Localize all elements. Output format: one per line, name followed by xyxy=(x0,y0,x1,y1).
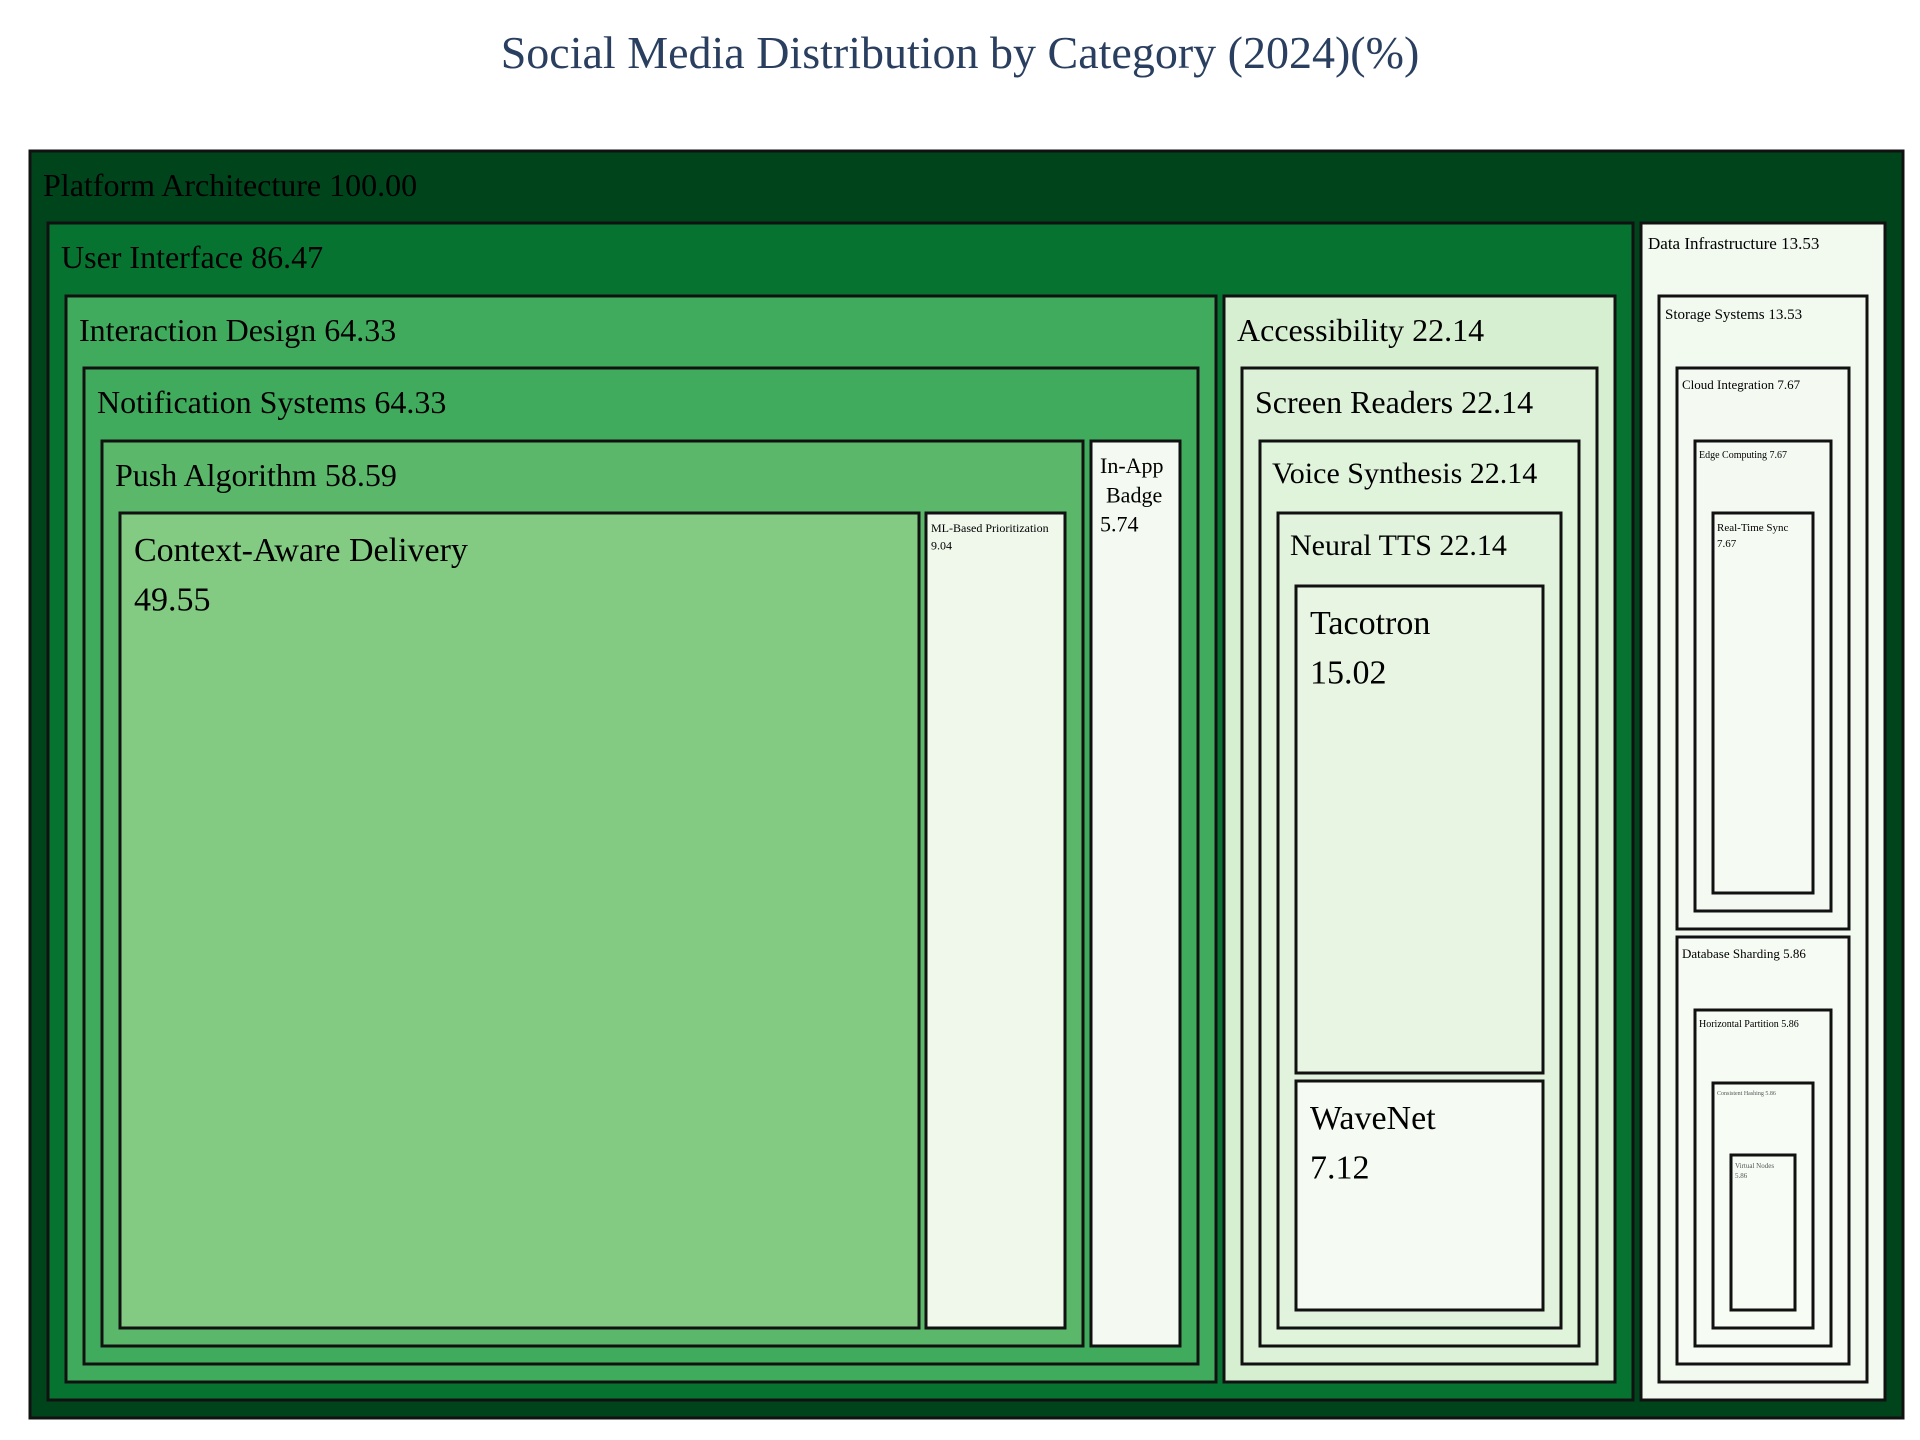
treemap-label-horizontal-partition: Horizontal Partition 5.86 xyxy=(1699,1019,1799,1030)
treemap-label-user-interface: User Interface 86.47 xyxy=(61,239,323,275)
treemap-chart: Platform Architecture 100.00 User Interfa… xyxy=(28,149,1905,1420)
treemap-node-real-time-sync[interactable]: Real-Time Sync 7.67 xyxy=(1711,511,1815,895)
treemap-label-cloud-integration: Cloud Integration 7.67 xyxy=(1682,377,1801,392)
treemap-node-virtual-nodes[interactable]: Virtual Nodes 5.86 xyxy=(1729,1153,1797,1312)
treemap-rect-ml-based-prioritization[interactable] xyxy=(924,511,1067,1330)
treemap-label-database-sharding: Database Sharding 5.86 xyxy=(1682,946,1806,961)
treemap-label-screen-readers: Screen Readers 22.14 xyxy=(1255,384,1533,420)
treemap-label-notification-systems: Notification Systems 64.33 xyxy=(97,384,446,420)
treemap-label-data-infrastructure: Data Infrastructure 13.53 xyxy=(1648,234,1819,253)
treemap-rect-in-app-badge[interactable] xyxy=(1089,439,1182,1348)
treemap-label-edge-computing: Edge Computing 7.67 xyxy=(1699,450,1787,461)
treemap-label-consistent-hashing: Consistent Hashing 5.86 xyxy=(1717,1091,1776,1097)
treemap-label-neural-tts: Neural TTS 22.14 xyxy=(1290,529,1507,562)
treemap-rect-context-aware-delivery[interactable] xyxy=(118,511,921,1330)
treemap-rect-real-time-sync[interactable] xyxy=(1711,511,1815,895)
treemap-node-tacotron[interactable]: Tacotron 15.02 xyxy=(1294,584,1545,1075)
treemap-label-platform-architecture: Platform Architecture 100.00 xyxy=(43,167,417,203)
treemap-label-storage-systems: Storage Systems 13.53 xyxy=(1665,307,1802,323)
treemap-label-interaction-design: Interaction Design 64.33 xyxy=(79,312,396,348)
treemap-node-ml-based-prioritization[interactable]: ML-Based Prioritization 9.04 xyxy=(924,511,1067,1330)
treemap-label-voice-synthesis: Voice Synthesis 22.14 xyxy=(1272,457,1537,490)
treemap-node-context-aware-delivery[interactable]: Context-Aware Delivery 49.55 xyxy=(118,511,921,1330)
treemap-label-accessibility: Accessibility 22.14 xyxy=(1237,312,1484,348)
treemap-label-push-algorithm: Push Algorithm 58.59 xyxy=(115,457,397,493)
treemap-node-wavenet[interactable]: WaveNet 7.12 xyxy=(1294,1079,1545,1312)
treemap-node-in-app-badge[interactable]: In-App Badge 5.74 xyxy=(1089,439,1182,1348)
